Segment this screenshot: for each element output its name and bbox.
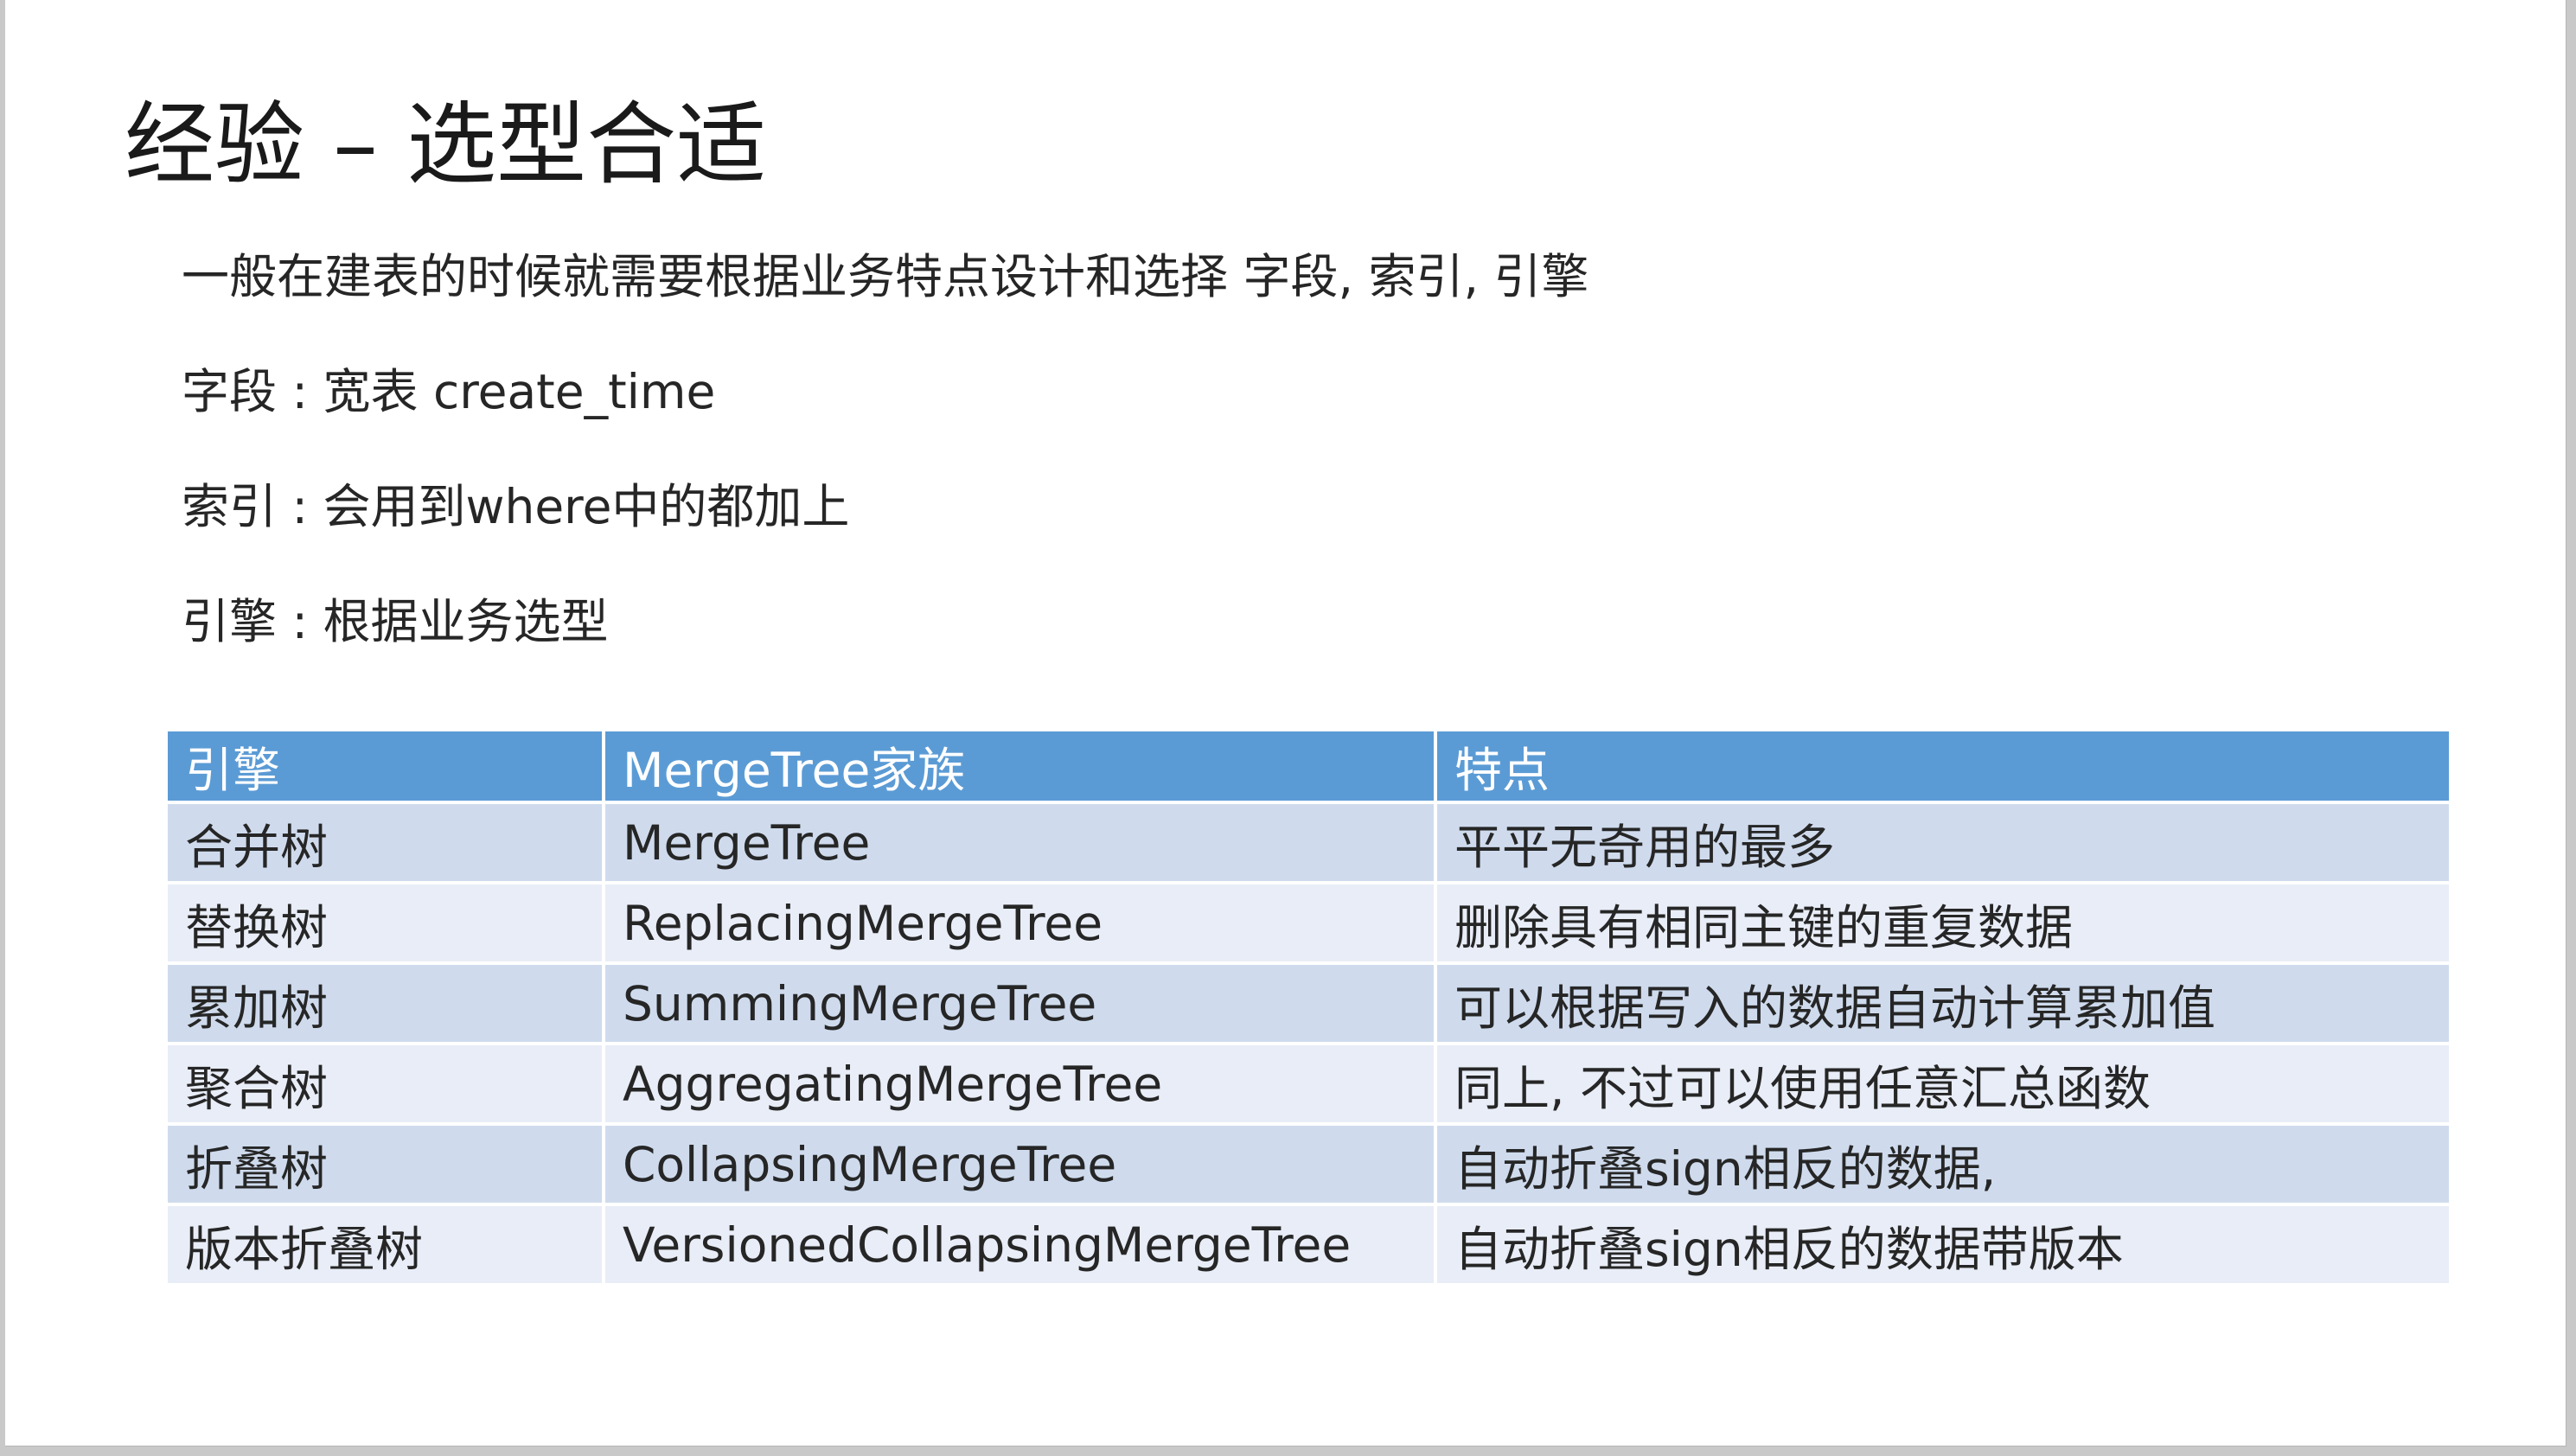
cell-engine: 合并树 xyxy=(164,801,605,884)
cell-family: ReplacingMergeTree xyxy=(602,881,1437,965)
slide: 经验 – 选型合适 一般在建表的时候就需要根据业务特点设计和选择 字段, 索引,… xyxy=(5,0,2566,1446)
table-row: 折叠树 CollapsingMergeTree 自动折叠sign相反的数据, xyxy=(164,1122,2452,1206)
bullet-fields: 字段 : 宽表 create_time xyxy=(182,364,716,419)
bullet-indexes: 索引 : 会用到where中的都加上 xyxy=(182,479,850,534)
cell-engine: 聚合树 xyxy=(164,1042,605,1126)
cell-engine: 版本折叠树 xyxy=(164,1203,605,1287)
table-row: 合并树 MergeTree 平平无奇用的最多 xyxy=(164,801,2452,884)
slide-title: 经验 – 选型合适 xyxy=(125,92,767,197)
cell-engine: 累加树 xyxy=(164,961,605,1045)
bullet-intro: 一般在建表的时候就需要根据业务特点设计和选择 字段, 索引, 引擎 xyxy=(182,249,1589,304)
cell-features: 同上, 不过可以使用任意汇总函数 xyxy=(1434,1042,2452,1126)
cell-family: SummingMergeTree xyxy=(602,961,1437,1045)
bullet-engine: 引擎 : 根据业务选型 xyxy=(182,594,609,649)
cell-features: 自动折叠sign相反的数据, xyxy=(1434,1122,2452,1206)
bullet-list: 一般在建表的时候就需要根据业务特点设计和选择 字段, 索引, 引擎 字段 : 宽… xyxy=(182,242,1588,702)
cell-features: 平平无奇用的最多 xyxy=(1434,801,2452,884)
cell-engine: 折叠树 xyxy=(164,1122,605,1206)
table-row: 版本折叠树 VersionedCollapsingMergeTree 自动折叠s… xyxy=(164,1203,2452,1287)
cell-features: 删除具有相同主键的重复数据 xyxy=(1434,881,2452,965)
engine-table: 引擎 MergeTree家族 特点 合并树 MergeTree 平平无奇用的最多… xyxy=(164,728,2452,1287)
cell-family: AggregatingMergeTree xyxy=(602,1042,1437,1126)
table-row: 聚合树 AggregatingMergeTree 同上, 不过可以使用任意汇总函… xyxy=(164,1042,2452,1126)
header-features: 特点 xyxy=(1434,728,2452,804)
table-row: 累加树 SummingMergeTree 可以根据写入的数据自动计算累加值 xyxy=(164,961,2452,1045)
header-engine: 引擎 xyxy=(164,728,605,804)
cell-family: CollapsingMergeTree xyxy=(602,1122,1437,1206)
cell-family: MergeTree xyxy=(602,801,1437,884)
cell-features: 可以根据写入的数据自动计算累加值 xyxy=(1434,961,2452,1045)
header-family: MergeTree家族 xyxy=(602,728,1437,804)
table-header-row: 引擎 MergeTree家族 特点 xyxy=(164,728,2452,804)
cell-family: VersionedCollapsingMergeTree xyxy=(602,1203,1437,1287)
cell-features: 自动折叠sign相反的数据带版本 xyxy=(1434,1203,2452,1287)
table-row: 替换树 ReplacingMergeTree 删除具有相同主键的重复数据 xyxy=(164,881,2452,965)
cell-engine: 替换树 xyxy=(164,881,605,965)
